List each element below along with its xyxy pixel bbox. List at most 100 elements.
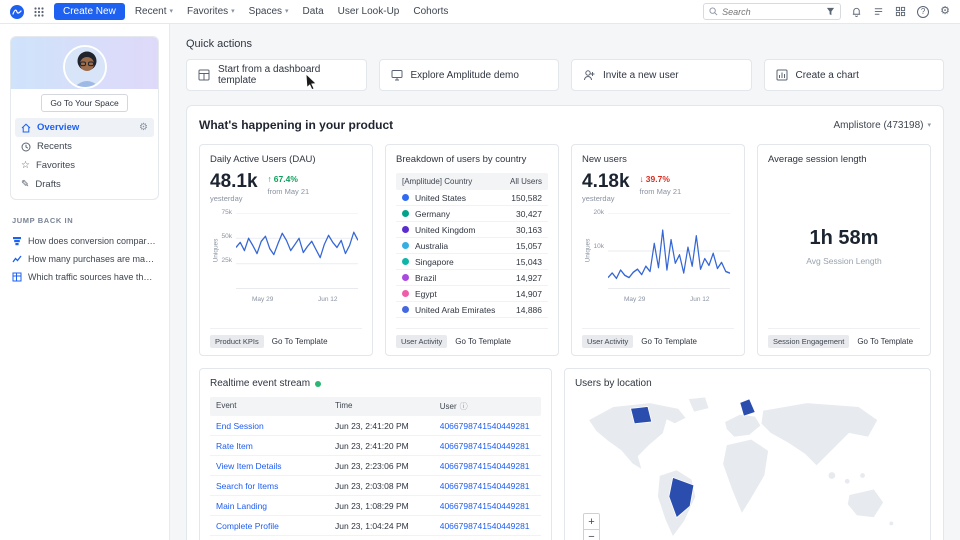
sidebar-item-label: Recents	[37, 141, 72, 152]
qa-create-chart[interactable]: Create a chart	[764, 59, 945, 91]
gear-icon[interactable]: ⚙	[139, 122, 148, 133]
changelog-icon[interactable]	[873, 6, 884, 17]
jump-item-conversion[interactable]: How does conversion compare b...	[10, 232, 159, 250]
session-value: 1h 58m	[810, 227, 879, 250]
jump-item-label: How does conversion compare b...	[28, 236, 157, 246]
table-row: Complete ProfileJun 23, 1:04:24 PM406679…	[210, 516, 541, 536]
go-to-template-link[interactable]: Go To Template	[455, 337, 511, 346]
y-tick: 50k	[212, 233, 232, 240]
table-row[interactable]: Australia15,057	[396, 238, 548, 254]
bottom-row: Realtime event stream Event Time Userⓘ E…	[199, 368, 931, 540]
pencil-icon: ✎	[21, 180, 29, 190]
go-to-template-link[interactable]: Go To Template	[641, 337, 697, 346]
user-id-link[interactable]: 4066798741540449281	[440, 441, 535, 451]
sidebar-item-label: Favorites	[36, 160, 75, 171]
event-link[interactable]: View Item Details	[216, 461, 335, 471]
session-sub-label: Avg Session Length	[806, 256, 881, 266]
map-zoom-control: + −	[583, 513, 600, 540]
event-link[interactable]: Rate Item	[216, 441, 335, 451]
search-icon	[709, 7, 718, 16]
go-to-your-space-button[interactable]: Go To Your Space	[41, 94, 127, 112]
dau-value: 48.1k	[210, 172, 258, 191]
x-tick: Jun 12	[690, 296, 710, 303]
dashboard-template-icon	[198, 69, 210, 81]
zoom-out-button[interactable]: −	[584, 529, 599, 540]
qa-explore-demo[interactable]: Explore Amplitude demo	[379, 59, 560, 91]
x-tick: May 29	[252, 296, 273, 303]
sidebar-item-overview[interactable]: Overview ⚙	[15, 118, 154, 137]
table-row[interactable]: Brazil14,927	[396, 270, 548, 286]
menu-label: Cohorts	[413, 6, 448, 17]
home-icon	[21, 123, 31, 133]
zoom-in-button[interactable]: +	[584, 514, 599, 529]
event-time: Jun 23, 2:23:06 PM	[335, 461, 440, 471]
event-link[interactable]: Main Landing	[216, 501, 335, 511]
event-time: Jun 23, 2:03:08 PM	[335, 481, 440, 491]
event-link[interactable]: End Session	[216, 421, 335, 431]
sidebar-item-recents[interactable]: Recents	[15, 137, 154, 156]
notification-bell-icon[interactable]	[851, 6, 862, 17]
qa-dashboard-template[interactable]: Start from a dashboard template	[186, 59, 367, 91]
qa-label: Invite a new user	[603, 70, 679, 81]
x-tick: Jun 12	[318, 296, 338, 303]
settings-gear-icon[interactable]: ⚙	[940, 6, 950, 17]
column-header: [Amplitude] Country	[402, 177, 472, 186]
menu-favorites[interactable]: Favorites▾	[187, 6, 235, 17]
create-new-button[interactable]: Create New	[54, 3, 125, 20]
tag-chip[interactable]: Session Engagement	[768, 335, 849, 348]
search-input[interactable]	[722, 7, 822, 17]
menu-recent[interactable]: Recent▾	[135, 6, 173, 17]
user-id-link[interactable]: 4066798741540449281	[440, 421, 535, 431]
user-id-link[interactable]: 4066798741540449281	[440, 521, 535, 531]
sidebar-item-label: Drafts	[35, 179, 60, 190]
apps-grid-icon[interactable]	[895, 6, 906, 17]
tag-chip[interactable]: User Activity	[582, 335, 633, 348]
table-row[interactable]: Germany30,427	[396, 206, 548, 222]
jump-item-traffic[interactable]: Which traffic sources have the hi...	[10, 268, 159, 286]
table-row[interactable]: Egypt14,907	[396, 286, 548, 302]
amplitude-logo[interactable]	[10, 5, 24, 19]
map-island	[828, 472, 836, 480]
project-selector[interactable]: Amplistore (473198) ▾	[833, 120, 931, 131]
table-row[interactable]: Singapore15,043	[396, 254, 548, 270]
profile-banner	[11, 37, 158, 89]
map-australia	[847, 489, 883, 518]
jump-item-label: How many purchases are made ...	[28, 254, 157, 264]
event-link[interactable]: Search for Items	[216, 481, 335, 491]
new-users-period: yesterday	[582, 194, 630, 203]
qa-invite-user[interactable]: Invite a new user	[571, 59, 752, 91]
map-greenland	[688, 397, 709, 412]
user-id-link[interactable]: 4066798741540449281	[440, 501, 535, 511]
go-to-template-link[interactable]: Go To Template	[857, 337, 913, 346]
sidebar-item-drafts[interactable]: ✎ Drafts	[15, 175, 154, 194]
help-icon[interactable]: ?	[917, 6, 929, 18]
chevron-down-icon: ▾	[285, 8, 289, 15]
menu-user-lookup[interactable]: User Look-Up	[338, 6, 400, 17]
chevron-down-icon: ▾	[927, 122, 931, 129]
user-id-link[interactable]: 4066798741540449281	[440, 461, 535, 471]
go-to-template-link[interactable]: Go To Template	[272, 337, 328, 346]
tag-chip[interactable]: User Activity	[396, 335, 447, 348]
avatar[interactable]	[63, 45, 107, 89]
dau-line-chart	[236, 213, 358, 289]
table-row[interactable]: United States150,582	[396, 190, 548, 206]
sidebar-item-favorites[interactable]: ☆ Favorites	[15, 156, 154, 175]
event-link[interactable]: Complete Profile	[216, 521, 335, 531]
column-header: Userⓘ	[440, 401, 535, 412]
table-row[interactable]: United Arab Emirates14,886	[396, 302, 548, 318]
info-icon[interactable]: ⓘ	[460, 402, 468, 411]
menu-data[interactable]: Data	[303, 6, 324, 17]
table-row[interactable]: United Kingdom30,163	[396, 222, 548, 238]
waffle-menu-icon[interactable]	[34, 7, 44, 17]
search-box[interactable]	[703, 3, 841, 20]
star-icon: ☆	[21, 161, 30, 171]
jump-item-purchases[interactable]: How many purchases are made ...	[10, 250, 159, 268]
breakdown-table-header: [Amplitude] Country All Users	[396, 173, 548, 190]
menu-cohorts[interactable]: Cohorts	[413, 6, 448, 17]
menu-spaces[interactable]: Spaces▾	[249, 6, 289, 17]
tag-chip[interactable]: Product KPIs	[210, 335, 264, 348]
filter-funnel-icon[interactable]	[826, 7, 835, 16]
session-length-card: Average session length 1h 58m Avg Sessio…	[757, 144, 931, 356]
world-map[interactable]: + −	[575, 395, 920, 540]
user-id-link[interactable]: 4066798741540449281	[440, 481, 535, 491]
